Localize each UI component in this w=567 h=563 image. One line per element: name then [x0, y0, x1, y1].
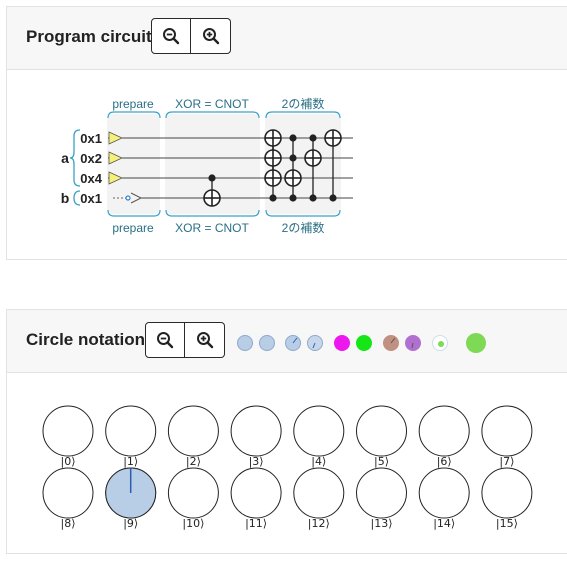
state-label: |11⟩ [245, 517, 267, 530]
section-twos-top-label: 2の補数 [282, 96, 325, 111]
state-circle-outline [42, 405, 94, 457]
state-circle-11[interactable]: |11⟩ [230, 467, 282, 530]
qubit-label-b-0x1: 0x1 [80, 191, 102, 206]
qubit-label-a-0x4: 0x4 [80, 171, 102, 186]
state-label: |5⟩ [374, 455, 389, 468]
section-twos-bottom-label: 2の補数 [282, 220, 325, 235]
state-circle-outline [42, 467, 94, 519]
state-circle-outline [356, 467, 407, 519]
state-circle-outline [481, 405, 533, 457]
register-b-brace [73, 190, 81, 206]
state-circle-13[interactable]: |13⟩ [356, 467, 407, 530]
state-circle-outline [293, 405, 345, 457]
state-circle-0[interactable]: |0⟩ [42, 405, 94, 468]
state-circle-6[interactable]: |6⟩ [418, 405, 470, 468]
state-label: |2⟩ [186, 455, 201, 468]
state-label: |12⟩ [308, 517, 330, 530]
state-label: |9⟩ [123, 517, 138, 530]
state-circle-9[interactable]: |9⟩ [105, 467, 157, 530]
qubit-label-a-0x2: 0x2 [80, 151, 102, 166]
state-label: |14⟩ [433, 517, 455, 530]
register-a-label: a [61, 150, 69, 166]
state-circle-outline [356, 405, 407, 457]
twos-col4-control-b [329, 194, 337, 202]
twos-col2-control-b [289, 194, 297, 202]
state-circle-15[interactable]: |15⟩ [481, 467, 533, 530]
state-circle-outline [105, 405, 157, 457]
state-circle-10[interactable]: |10⟩ [167, 467, 219, 530]
state-circle-1[interactable]: |1⟩ [105, 405, 157, 468]
program-circuit-panel: Program circuit prepare XOR = CNOT 2の補数 … [6, 6, 567, 260]
twos-col2-control-1 [289, 134, 297, 142]
state-label: |6⟩ [437, 455, 452, 468]
state-label: |0⟩ [61, 455, 76, 468]
twos-col3-control-1 [309, 134, 317, 142]
state-circle-2[interactable]: |2⟩ [167, 405, 219, 468]
state-circle-outline [481, 467, 533, 519]
twos-col2-control-2 [289, 154, 297, 162]
section-xor-bottom-label: XOR = CNOT [175, 221, 249, 235]
circle-zoom-in-button[interactable] [185, 322, 225, 358]
zoom-in-icon [196, 332, 213, 349]
state-circle-outline [230, 467, 282, 519]
state-label: |1⟩ [123, 455, 138, 468]
circle-notation-panel: Circle notation |0⟩ |1⟩ |2⟩ |3⟩ |4⟩ |5⟩ … [6, 309, 567, 554]
state-circle-7[interactable]: |7⟩ [481, 405, 533, 468]
state-circle-outline [418, 467, 470, 519]
state-circle-5[interactable]: |5⟩ [356, 405, 407, 468]
state-circle-outline [167, 405, 219, 457]
state-circle-3[interactable]: |3⟩ [230, 405, 282, 468]
register-a-brace [69, 129, 81, 187]
state-circle-4[interactable]: |4⟩ [293, 405, 345, 468]
state-circle-outline [167, 467, 219, 519]
state-circle-outline [230, 405, 282, 457]
write-gate-b-dot [125, 195, 131, 201]
section-prepare-bottom-label: prepare [112, 221, 154, 235]
twos-col1-control-b [269, 194, 277, 202]
register-b-label: b [61, 190, 70, 206]
state-circle-outline [418, 405, 470, 457]
state-label: |4⟩ [311, 455, 326, 468]
cnot-xor-control [208, 174, 216, 182]
circle-notation-title: Circle notation [26, 330, 146, 349]
circuit-diagram[interactable]: prepare XOR = CNOT 2の補数 prepare XOR = CN… [6, 6, 567, 260]
section-prepare-box [107, 114, 160, 214]
section-prepare-top-label: prepare [112, 97, 154, 111]
circle-grid: |0⟩ |1⟩ |2⟩ |3⟩ |4⟩ |5⟩ |6⟩ |7⟩ |8⟩ |9⟩ |10⟩ |11⟩ |1… [42, 405, 533, 530]
state-label: |15⟩ [496, 517, 518, 530]
state-label: |13⟩ [371, 517, 393, 530]
zoom-out-icon [157, 332, 174, 349]
state-circle-14[interactable]: |14⟩ [418, 467, 470, 530]
circle-zoom-out-button[interactable] [145, 322, 185, 358]
section-xor-top-label: XOR = CNOT [175, 97, 249, 111]
state-circle-outline [293, 467, 345, 519]
qubit-label-a-0x1: 0x1 [80, 131, 102, 146]
state-circle-8[interactable]: |8⟩ [42, 467, 94, 530]
twos-col3-control-b [309, 194, 317, 202]
circle-zoom-controls [145, 322, 225, 358]
state-label: |10⟩ [182, 517, 204, 530]
swatch-glyphs [292, 337, 414, 349]
state-label: |8⟩ [61, 517, 76, 530]
state-label: |3⟩ [249, 455, 264, 468]
state-circle-12[interactable]: |12⟩ [293, 467, 345, 530]
state-label: |7⟩ [499, 455, 514, 468]
